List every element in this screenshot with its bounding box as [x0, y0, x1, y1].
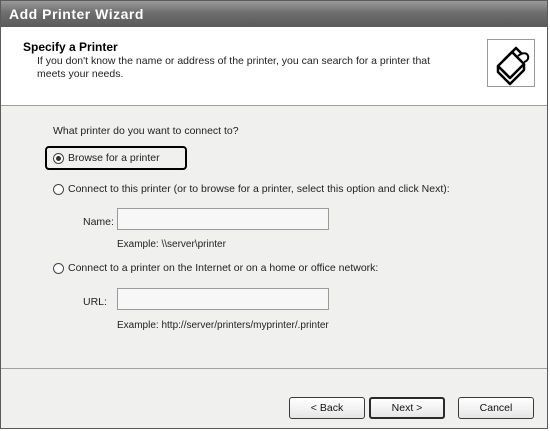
option-connect-this[interactable]: Connect to this printer (or to browse fo… [53, 183, 450, 195]
option-connect-this-label[interactable]: Connect to this printer (or to browse fo… [68, 183, 450, 195]
printer-icon [487, 39, 535, 87]
option-internet-label[interactable]: Connect to a printer on the Internet or … [68, 262, 378, 274]
wizard-footer: < Back Next > Cancel [1, 368, 547, 429]
page-title: Specify a Printer [23, 40, 118, 54]
back-button[interactable]: < Back [289, 397, 365, 419]
window-title: Add Printer Wizard [9, 6, 144, 22]
next-button[interactable]: Next > [369, 397, 445, 419]
option-internet[interactable]: Connect to a printer on the Internet or … [53, 262, 378, 274]
radio-connect-this[interactable] [53, 183, 64, 195]
url-example: Example: http://server/printers/myprinte… [117, 320, 329, 331]
name-label: Name: [83, 216, 114, 228]
name-field[interactable] [117, 208, 329, 230]
question-label: What printer do you want to connect to? [53, 125, 239, 137]
option-browse[interactable]: Browse for a printer [53, 152, 160, 164]
url-label: URL: [83, 296, 107, 308]
radio-browse[interactable] [53, 152, 64, 164]
url-field[interactable] [117, 288, 329, 310]
name-example: Example: \\server\printer [117, 239, 226, 250]
title-bar[interactable]: Add Printer Wizard [1, 1, 547, 27]
radio-internet[interactable] [53, 262, 64, 274]
wizard-body: What printer do you want to connect to? … [1, 106, 547, 368]
page-subtitle: If you don't know the name or address of… [37, 55, 431, 80]
cancel-button[interactable]: Cancel [458, 397, 534, 419]
wizard-header: Specify a Printer If you don't know the … [1, 27, 547, 106]
add-printer-wizard-window: Add Printer Wizard Specify a Printer If … [0, 0, 548, 429]
option-browse-label[interactable]: Browse for a printer [68, 152, 160, 164]
